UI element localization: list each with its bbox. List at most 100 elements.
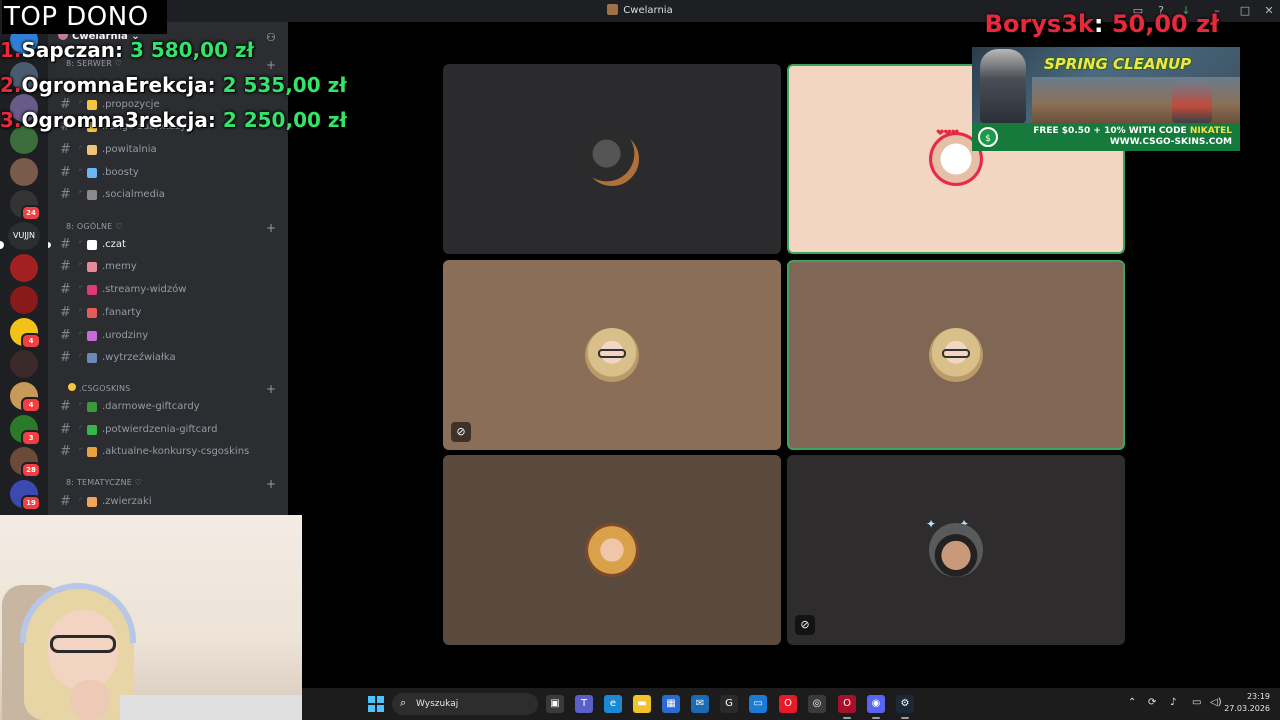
channel-item[interactable]: # ⌜ .potwierdzenia-giftcard xyxy=(58,421,280,439)
server-icon[interactable] xyxy=(10,254,38,282)
discord-icon[interactable]: ◉ xyxy=(867,695,885,713)
opera-gx-icon[interactable]: O xyxy=(838,695,856,713)
channel-item-czat[interactable]: # ⌜ .czat xyxy=(58,236,280,254)
hash-icon: # xyxy=(60,444,71,459)
server-icon xyxy=(607,4,619,15)
teams-icon[interactable]: T xyxy=(575,695,593,713)
channel-item[interactable]: # ⌜ .powitalnia xyxy=(58,141,280,159)
volume-icon[interactable]: ◁) xyxy=(1210,697,1222,708)
channel-emoji-icon xyxy=(87,145,97,155)
maximize-icon[interactable]: □ xyxy=(1238,4,1252,18)
participant-tile[interactable]: ✦ ✦ ⊘ xyxy=(787,455,1125,645)
character-figure xyxy=(980,49,1026,123)
hash-icon: # xyxy=(60,165,71,180)
server-icon[interactable]: 3 xyxy=(10,415,41,446)
add-channel-icon[interactable]: + xyxy=(266,59,276,71)
server-icon[interactable]: 19 xyxy=(10,480,41,511)
top-donor-row: 2.OgromnaErekcja: 2 535,00 zł xyxy=(0,73,347,97)
window-icon[interactable]: ▭ xyxy=(749,695,767,713)
server-icon[interactable]: 28 xyxy=(10,447,41,478)
server-icon[interactable]: 24 xyxy=(10,190,41,221)
store-icon[interactable]: ▦ xyxy=(662,695,680,713)
server-text-icon[interactable]: VUJJN xyxy=(8,222,40,250)
checkmark-icon xyxy=(87,425,97,435)
sponsor-banner: SPRING CLEANUP $ FREE $0.50 + 10% WITH C… xyxy=(972,47,1240,151)
hash-icon: # xyxy=(60,282,71,297)
channel-item[interactable]: # ⌜ .memy xyxy=(58,258,280,276)
category-csgoskins[interactable]: .CSGOSKINS xyxy=(68,383,130,393)
hash-icon: # xyxy=(60,187,71,202)
latest-donation: Borys3k: 50,00 zł xyxy=(984,10,1219,38)
category-emoji-icon xyxy=(68,383,76,391)
server-icon[interactable] xyxy=(10,350,38,378)
notification-badge: 4 xyxy=(21,333,41,349)
start-button[interactable] xyxy=(368,696,384,712)
steam-icon[interactable]: ⚙ xyxy=(896,695,914,713)
add-channel-icon[interactable]: + xyxy=(266,222,276,234)
coin-icon: $ xyxy=(978,127,998,147)
edge-icon[interactable]: e xyxy=(604,695,622,713)
channel-emoji-icon xyxy=(87,262,97,272)
windows-taskbar: ⌕ Wyszukaj ▣ T e ▬ ▦ ✉ G ▭ O ◎ O ◉ ⚙ ⌃ ⟳… xyxy=(302,688,1280,720)
hash-icon: # xyxy=(60,142,71,157)
server-icon[interactable] xyxy=(10,158,38,186)
category-ogolne[interactable]: 8: OGÓLNE ♡ xyxy=(66,222,123,231)
trophy-icon xyxy=(87,447,97,457)
add-channel-icon[interactable]: + xyxy=(266,383,276,395)
channel-item[interactable]: # ⌜ .boosty xyxy=(58,164,280,182)
channel-item[interactable]: # ⌜ .socialmedia xyxy=(58,186,280,204)
top-donor-row: 1.Sapczan: 3 580,00 zł xyxy=(0,38,255,62)
invite-people-icon[interactable]: ⚇ xyxy=(266,31,276,44)
mail-icon[interactable]: ✉ xyxy=(691,695,709,713)
channel-emoji-icon xyxy=(87,285,97,295)
sync-icon[interactable]: ⟳ xyxy=(1148,697,1156,708)
hash-icon: # xyxy=(60,422,71,437)
participant-avatar xyxy=(585,328,639,382)
participant-avatar xyxy=(585,523,639,577)
channel-item[interactable]: # ⌜ .urodziny xyxy=(58,327,280,345)
muted-mic-icon: ⊘ xyxy=(795,615,815,635)
glasses-icon xyxy=(598,349,626,358)
channel-item[interactable]: # ⌜ .wytrzeźwiałka xyxy=(58,349,280,367)
server-icon[interactable] xyxy=(10,286,38,314)
chrome-icon[interactable]: ◎ xyxy=(808,695,826,713)
chevron-up-icon[interactable]: ⌃ xyxy=(1128,697,1136,708)
unread-pip xyxy=(0,241,4,249)
running-indicator xyxy=(843,717,851,719)
microphone-icon[interactable]: ♪ xyxy=(1170,697,1176,708)
network-icon[interactable]: ▭ xyxy=(1192,697,1201,708)
participant-tile[interactable] xyxy=(787,260,1125,450)
server-icon[interactable]: 4 xyxy=(10,382,41,413)
participant-tile[interactable] xyxy=(443,64,781,254)
channel-item[interactable]: # ⌜ .darmowe-giftcardy xyxy=(58,398,280,416)
server-icon[interactable]: 4 xyxy=(10,318,41,349)
banner-headline: SPRING CLEANUP xyxy=(1044,55,1192,73)
webcam-overlay xyxy=(0,515,302,720)
channel-item[interactable]: # ⌜ .fanarty xyxy=(58,304,280,322)
add-channel-icon[interactable]: + xyxy=(266,478,276,490)
channel-item[interactable]: # ⌜ .zwierzaki xyxy=(58,493,280,511)
unread-indicator xyxy=(48,242,51,248)
speech-bubble-icon xyxy=(87,240,97,250)
notification-badge: 4 xyxy=(21,397,41,413)
channel-emoji-icon xyxy=(87,353,97,363)
participant-tile[interactable] xyxy=(443,455,781,645)
top-donor-row: 3.Ogromna3rekcja: 2 250,00 zł xyxy=(0,108,347,132)
notification-badge: 3 xyxy=(21,430,41,446)
glasses-icon xyxy=(942,349,970,358)
file-explorer-icon[interactable]: ▬ xyxy=(633,695,651,713)
opera-icon[interactable]: O xyxy=(779,695,797,713)
task-view-icon[interactable]: ▣ xyxy=(546,695,564,713)
category-tematyczne[interactable]: 8: TEMATYCZNE ♡ xyxy=(66,478,142,487)
notification-badge: 28 xyxy=(21,462,41,478)
glasses-icon xyxy=(50,635,116,653)
channel-item[interactable]: # ⌜ .streamy-widzów xyxy=(58,281,280,299)
app-icon[interactable]: G xyxy=(720,695,738,713)
close-icon[interactable]: ✕ xyxy=(1262,4,1276,18)
channel-emoji-icon xyxy=(87,190,97,200)
participant-tile[interactable]: ⊘ xyxy=(443,260,781,450)
system-clock[interactable]: 23:19 27.03.2026 xyxy=(1224,691,1270,715)
channel-item[interactable]: # ⌜ .aktualne-konkursy-csgoskins xyxy=(58,443,280,461)
character-figure xyxy=(1172,81,1212,123)
search-box[interactable]: ⌕ Wyszukaj xyxy=(392,693,538,715)
